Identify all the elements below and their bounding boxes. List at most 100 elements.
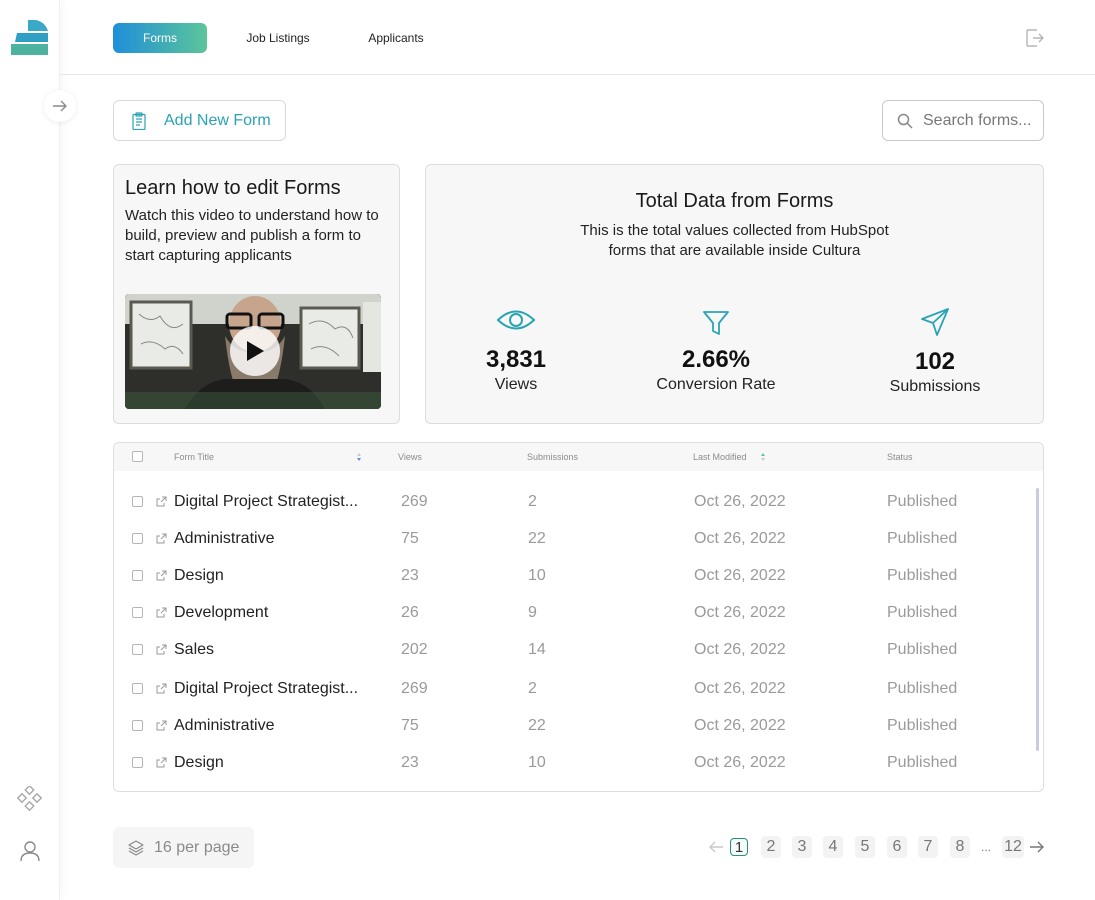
page-1[interactable]: 1 — [730, 838, 748, 856]
external-link-icon[interactable] — [156, 720, 167, 731]
form-status: Published — [887, 493, 958, 510]
tab-applicants[interactable]: Applicants — [355, 23, 437, 53]
forms-table: Form Title Views Submissions Last Modifi… — [113, 442, 1044, 792]
form-views: 202 — [401, 641, 428, 658]
page-2[interactable]: 2 — [761, 836, 781, 858]
form-title[interactable]: Design — [174, 567, 224, 585]
next-page-icon[interactable] — [1029, 841, 1045, 853]
app-logo[interactable] — [11, 20, 49, 56]
row-checkbox[interactable] — [132, 607, 143, 618]
form-last-modified: Oct 26, 2022 — [694, 567, 786, 584]
sidebar-expand-button[interactable] — [44, 90, 76, 122]
table-scrollbar[interactable] — [1036, 488, 1039, 751]
row-checkbox[interactable] — [132, 570, 143, 581]
sidebar — [0, 0, 60, 900]
per-page-selector[interactable]: 16 per page — [113, 827, 254, 868]
form-last-modified: Oct 26, 2022 — [694, 493, 786, 510]
form-title[interactable]: Design — [174, 754, 224, 772]
form-submissions: 10 — [528, 567, 546, 584]
form-title[interactable]: Sales — [174, 641, 214, 659]
video-thumbnail[interactable] — [125, 294, 381, 409]
form-submissions: 22 — [528, 717, 546, 734]
page-4[interactable]: 4 — [823, 836, 843, 858]
form-title[interactable]: Digital Project Strategist... — [174, 493, 358, 511]
select-all-checkbox[interactable] — [132, 451, 143, 462]
sort-icon[interactable] — [760, 452, 766, 462]
stat-views-label: Views — [494, 376, 538, 393]
column-submissions[interactable]: Submissions — [527, 452, 578, 462]
page-last[interactable]: 12 — [1002, 836, 1024, 858]
eye-icon — [496, 310, 536, 330]
page-5[interactable]: 5 — [855, 836, 875, 858]
column-status[interactable]: Status — [887, 452, 913, 462]
page-3[interactable]: 3 — [792, 836, 812, 858]
external-link-icon[interactable] — [156, 533, 167, 544]
page-6[interactable]: 6 — [887, 836, 907, 858]
sort-icon[interactable] — [356, 452, 362, 462]
external-link-icon[interactable] — [156, 683, 167, 694]
form-last-modified: Oct 26, 2022 — [694, 680, 786, 697]
layers-icon — [128, 839, 144, 856]
table-row[interactable]: Digital Project Strategist... 269 2 Oct 26,… — [114, 483, 1043, 520]
form-status: Published — [887, 641, 958, 658]
row-checkbox[interactable] — [132, 720, 143, 731]
prev-page-icon[interactable] — [708, 841, 724, 853]
external-link-icon[interactable] — [156, 570, 167, 581]
form-status: Published — [887, 567, 958, 584]
learn-card: Learn how to edit Forms Watch this video… — [113, 164, 400, 424]
form-title[interactable]: Administrative — [174, 717, 274, 735]
top-navigation: Forms Job Listings Applicants — [60, 0, 1095, 75]
form-status: Published — [887, 680, 958, 697]
integrations-icon[interactable] — [17, 786, 43, 812]
form-status: Published — [887, 604, 958, 621]
column-views[interactable]: Views — [398, 452, 422, 462]
table-row[interactable]: Administrative 75 22 Oct 26, 2022 Published — [114, 707, 1043, 744]
row-checkbox[interactable] — [132, 496, 143, 507]
logout-icon[interactable] — [1025, 28, 1045, 48]
form-status: Published — [887, 530, 958, 547]
search-input[interactable] — [923, 111, 1033, 130]
add-new-form-button[interactable]: Add New Form — [113, 100, 286, 141]
stat-submissions-value: 102 — [914, 348, 956, 375]
form-status: Published — [887, 754, 958, 771]
external-link-icon[interactable] — [156, 496, 167, 507]
external-link-icon[interactable] — [156, 757, 167, 768]
table-row[interactable]: Digital Project Strategist... 269 2 Oct 26,… — [114, 670, 1043, 707]
form-submissions: 2 — [528, 680, 537, 697]
form-submissions: 22 — [528, 530, 546, 547]
total-data-card: Total Data from Forms This is the total … — [425, 164, 1044, 424]
search-box[interactable] — [882, 100, 1044, 141]
table-row[interactable]: Sales 202 14 Oct 26, 2022 Published — [114, 631, 1043, 668]
form-title[interactable]: Administrative — [174, 530, 274, 548]
learn-card-body: Watch this video to understand how to bu… — [125, 207, 379, 264]
arrow-right-icon — [53, 100, 67, 112]
stat-submissions: 102 Submissions — [835, 307, 1035, 396]
form-title[interactable]: Development — [174, 604, 268, 622]
form-last-modified: Oct 26, 2022 — [694, 641, 786, 658]
tab-job-listings[interactable]: Job Listings — [235, 23, 321, 53]
external-link-icon[interactable] — [156, 607, 167, 618]
page-ellipsis: ... — [981, 840, 992, 854]
row-checkbox[interactable] — [132, 644, 143, 655]
row-checkbox[interactable] — [132, 757, 143, 768]
table-row[interactable]: Design 23 10 Oct 26, 2022 Published — [114, 744, 1043, 781]
form-title[interactable]: Digital Project Strategist... — [174, 680, 358, 698]
column-form-title[interactable]: Form Title — [174, 452, 214, 462]
stat-conversion: 2.66% Conversion Rate — [616, 309, 816, 394]
add-new-form-label: Add New Form — [164, 111, 271, 129]
row-checkbox[interactable] — [132, 533, 143, 544]
page-7[interactable]: 7 — [918, 836, 938, 858]
row-checkbox[interactable] — [132, 683, 143, 694]
form-status: Published — [887, 717, 958, 734]
column-last-modified[interactable]: Last Modified — [693, 452, 747, 462]
tab-forms[interactable]: Forms — [113, 23, 207, 53]
table-row[interactable]: Development 26 9 Oct 26, 2022 Published — [114, 594, 1043, 631]
form-views: 269 — [401, 493, 428, 510]
table-row[interactable]: Administrative 75 22 Oct 26, 2022 Published — [114, 520, 1043, 557]
user-icon[interactable] — [17, 838, 43, 864]
play-button[interactable] — [230, 326, 280, 376]
external-link-icon[interactable] — [156, 644, 167, 655]
total-card-description: This is the total values collected from … — [580, 222, 889, 259]
table-row[interactable]: Design 23 10 Oct 26, 2022 Published — [114, 557, 1043, 594]
page-8[interactable]: 8 — [950, 836, 970, 858]
